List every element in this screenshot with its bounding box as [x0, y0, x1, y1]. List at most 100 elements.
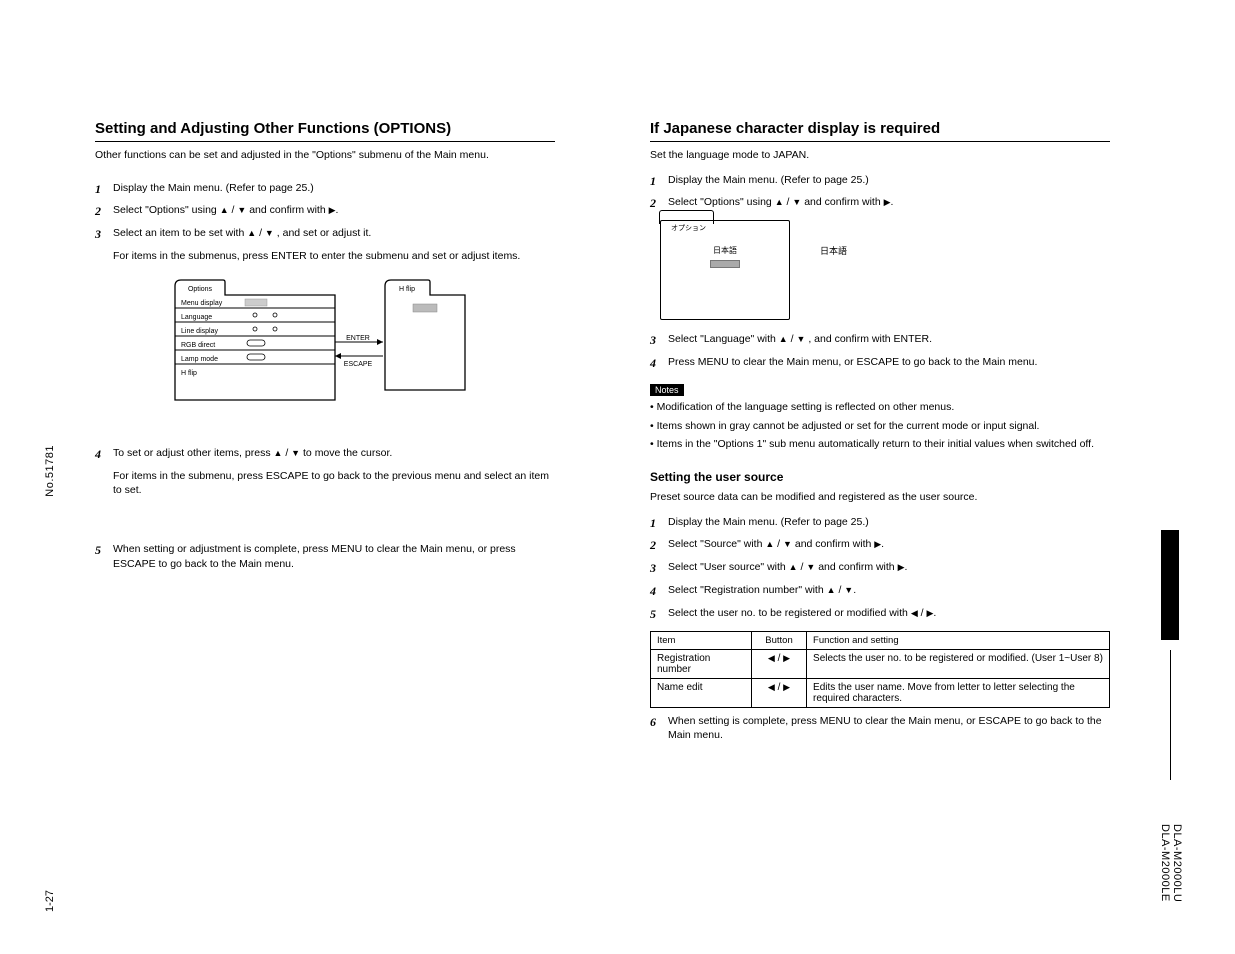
- osd-outside-label: 日本語: [820, 220, 847, 257]
- side-tab: [1161, 530, 1179, 640]
- notes-label: Notes: [650, 384, 684, 396]
- step-text: When setting is complete, press MENU to …: [668, 714, 1110, 743]
- svg-text:RGB direct: RGB direct: [181, 342, 215, 349]
- cell-func: Edits the user name. Move from letter to…: [807, 678, 1110, 707]
- step-text: Display the Main menu. (Refer to page 25…: [668, 515, 869, 532]
- cell-button: ◀ / ▶: [751, 649, 806, 678]
- t: Select an item to be set with: [113, 227, 247, 239]
- t: .: [933, 607, 936, 619]
- up-icon: ▲: [247, 228, 256, 238]
- step-text: Display the Main menu. (Refer to page 25…: [668, 173, 869, 190]
- step-num: 2: [95, 203, 105, 220]
- down-icon: ▼: [792, 197, 801, 207]
- t: , and confirm with ENTER.: [808, 333, 932, 345]
- step-text: To set or adjust other items, press ▲ / …: [113, 446, 392, 463]
- rb-step-6: 6 When setting is complete, press MENU t…: [650, 714, 1110, 743]
- left-step-2: 2 Select "Options" using ▲ / ▼ and confi…: [95, 203, 555, 220]
- step-num: 3: [95, 226, 105, 243]
- step-num: 5: [95, 542, 105, 571]
- step-text: Select "Source" with ▲ / ▼ and confirm w…: [668, 537, 884, 554]
- t: .: [336, 204, 339, 216]
- step-num: 2: [650, 195, 660, 212]
- step-text: Press MENU to clear the Main menu, or ES…: [668, 355, 1037, 372]
- t: Select the user no. to be registered or …: [668, 607, 911, 619]
- t: Select "Registration number" with: [668, 584, 827, 596]
- t: To set or adjust other items, press: [113, 447, 273, 459]
- svg-text:Language: Language: [181, 314, 212, 321]
- up-icon: ▲: [827, 585, 836, 595]
- th-button: Button: [751, 631, 806, 649]
- model-top: DLA-M2000LU: [1171, 824, 1183, 902]
- step-num: 4: [650, 583, 660, 600]
- down-icon: ▼: [265, 228, 274, 238]
- t: Select "Language" with: [668, 333, 779, 345]
- cell-item: Name edit: [651, 678, 752, 707]
- menu-diagram: Options Menu display Language Line displ…: [95, 272, 555, 432]
- svg-text:Line display: Line display: [181, 328, 218, 335]
- right-column: If Japanese character display is require…: [650, 120, 1110, 749]
- svg-text:ESCAPE: ESCAPE: [344, 361, 373, 368]
- ra-step-3: 3 Select "Language" with ▲ / ▼ , and con…: [650, 332, 1110, 349]
- cell-item: Registration number: [651, 649, 752, 678]
- page: No.51781 1-27 DLA-M2000LU DLA-M2000LE Se…: [0, 0, 1235, 954]
- up-icon: ▲: [220, 205, 229, 215]
- right-intro-b: Preset source data can be modified and r…: [650, 490, 1110, 505]
- t: .: [853, 584, 856, 596]
- right-icon: ▶: [329, 205, 336, 215]
- left-step-1: 1 Display the Main menu. (Refer to page …: [95, 181, 555, 198]
- rb-step-5: 5 Select the user no. to be registered o…: [650, 606, 1110, 623]
- t: Select "Options" using: [668, 196, 775, 208]
- step-num: 3: [650, 560, 660, 577]
- up-icon: ▲: [789, 562, 798, 572]
- osd-figure: オプション 日本語 日本語: [650, 220, 1110, 320]
- ra-step-1: 1 Display the Main menu. (Refer to page …: [650, 173, 1110, 190]
- ra-step-2: 2 Select "Options" using ▲ / ▼ and confi…: [650, 195, 1110, 212]
- down-icon: ▼: [783, 539, 792, 549]
- up-icon: ▲: [273, 448, 282, 458]
- left-intro: Other functions can be set and adjusted …: [95, 148, 555, 163]
- rb-step-4: 4 Select "Registration number" with ▲ / …: [650, 583, 1110, 600]
- osd-inner-label: 日本語: [671, 245, 779, 256]
- right-title-b: Setting the user source: [650, 470, 1110, 484]
- right-title-a: If Japanese character display is require…: [650, 120, 1110, 142]
- t: to move the cursor.: [303, 447, 392, 459]
- step-text: Display the Main menu. (Refer to page 25…: [113, 181, 314, 198]
- step-num: 3: [650, 332, 660, 349]
- step-num: 5: [650, 606, 660, 623]
- t: Select "Source" with: [668, 538, 765, 550]
- t: .: [905, 561, 908, 573]
- right-intro-a: Set the language mode to JAPAN.: [650, 148, 1110, 163]
- up-icon: ▲: [765, 539, 774, 549]
- model-numbers: DLA-M2000LU DLA-M2000LE: [1159, 824, 1183, 902]
- step-text: Select an item to be set with ▲ / ▼ , an…: [113, 226, 371, 243]
- step-num: 2: [650, 537, 660, 554]
- t: and confirm with: [804, 196, 883, 208]
- rb-step-2: 2 Select "Source" with ▲ / ▼ and confirm…: [650, 537, 1110, 554]
- down-icon: ▼: [806, 562, 815, 572]
- settings-table: Item Button Function and setting Registr…: [650, 631, 1110, 708]
- osd-box: オプション 日本語: [660, 220, 790, 320]
- t: Select "Options" using: [113, 204, 220, 216]
- step-text: Select "Options" using ▲ / ▼ and confirm…: [113, 203, 338, 220]
- table-row: Name edit ◀ / ▶ Edits the user name. Mov…: [651, 678, 1110, 707]
- svg-text:Lamp mode: Lamp mode: [181, 356, 218, 363]
- step-num: 6: [650, 714, 660, 743]
- left-step-3: 3 Select an item to be set with ▲ / ▼ , …: [95, 226, 555, 243]
- up-icon: ▲: [779, 334, 788, 344]
- step-num: 4: [650, 355, 660, 372]
- step-num: 4: [95, 446, 105, 463]
- note-3: • Items in the "Options 1" sub menu auto…: [650, 437, 1110, 452]
- step-num: 1: [650, 515, 660, 532]
- svg-text:ENTER: ENTER: [346, 335, 370, 342]
- note-2: • Items shown in gray cannot be adjusted…: [650, 419, 1110, 434]
- cell-func: Selects the user no. to be registered or…: [807, 649, 1110, 678]
- up-icon: ▲: [775, 197, 784, 207]
- step-text: Select the user no. to be registered or …: [668, 606, 936, 623]
- page-number: 1-27: [44, 890, 56, 912]
- osd-slider: [710, 260, 740, 268]
- left-step-4-sub: For items in the submenu, press ESCAPE t…: [113, 469, 555, 498]
- osd-tab-label: オプション: [671, 223, 706, 233]
- svg-text:H flip: H flip: [181, 370, 197, 377]
- doc-number: No.51781: [44, 445, 56, 497]
- down-icon: ▼: [844, 585, 853, 595]
